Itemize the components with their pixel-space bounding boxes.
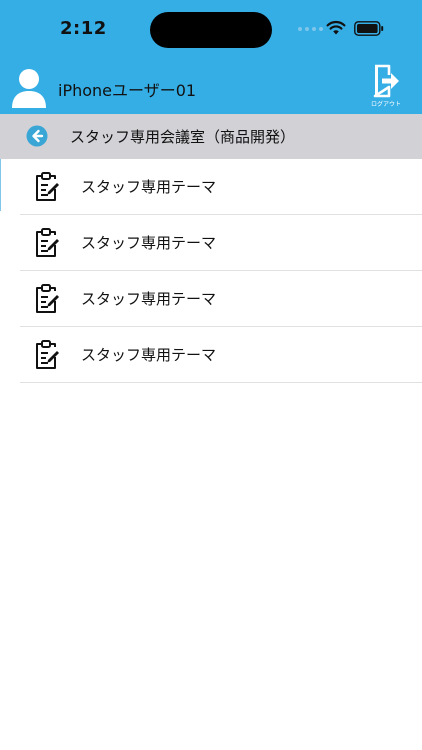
topic-list-item[interactable]: スタッフ専用テーマ xyxy=(0,159,422,215)
room-header: スタッフ専用会議室（商品開発） xyxy=(0,114,422,159)
cellular-signal-icon xyxy=(298,27,323,31)
divider xyxy=(20,382,422,383)
topic-list-item[interactable]: スタッフ専用テーマ xyxy=(0,327,422,383)
clipboard-edit-icon xyxy=(36,172,59,201)
status-time: 2:12 xyxy=(60,18,107,39)
topic-list-item[interactable]: スタッフ専用テーマ xyxy=(0,271,422,327)
status-bar: 2:12 xyxy=(0,0,422,60)
dynamic-island xyxy=(150,12,272,48)
clipboard-edit-icon xyxy=(36,284,59,313)
clipboard-edit-icon xyxy=(36,228,59,257)
topic-list-item[interactable]: スタッフ専用テーマ xyxy=(0,215,422,271)
topic-label: スタッフ専用テーマ xyxy=(81,290,217,308)
user-name: iPhoneユーザー01 xyxy=(58,81,197,100)
back-button[interactable] xyxy=(26,125,48,147)
topic-label: スタッフ専用テーマ xyxy=(81,234,217,252)
battery-icon xyxy=(354,21,384,36)
wifi-icon xyxy=(326,20,346,35)
app-header: iPhoneユーザー01 ログアウト xyxy=(0,60,422,114)
topic-label: スタッフ専用テーマ xyxy=(81,178,217,196)
topic-label: スタッフ専用テーマ xyxy=(81,346,217,364)
user-avatar-icon xyxy=(12,69,46,108)
topic-list: スタッフ専用テーマ スタッフ専用テーマ スタッフ専用テーマ スタッフ専用テーマ xyxy=(0,159,422,383)
logout-label: ログアウト xyxy=(370,101,401,108)
logout-button[interactable]: ログアウト xyxy=(366,64,406,112)
room-title: スタッフ専用会議室（商品開発） xyxy=(70,128,296,146)
clipboard-edit-icon xyxy=(36,340,59,369)
logout-icon xyxy=(373,64,399,98)
